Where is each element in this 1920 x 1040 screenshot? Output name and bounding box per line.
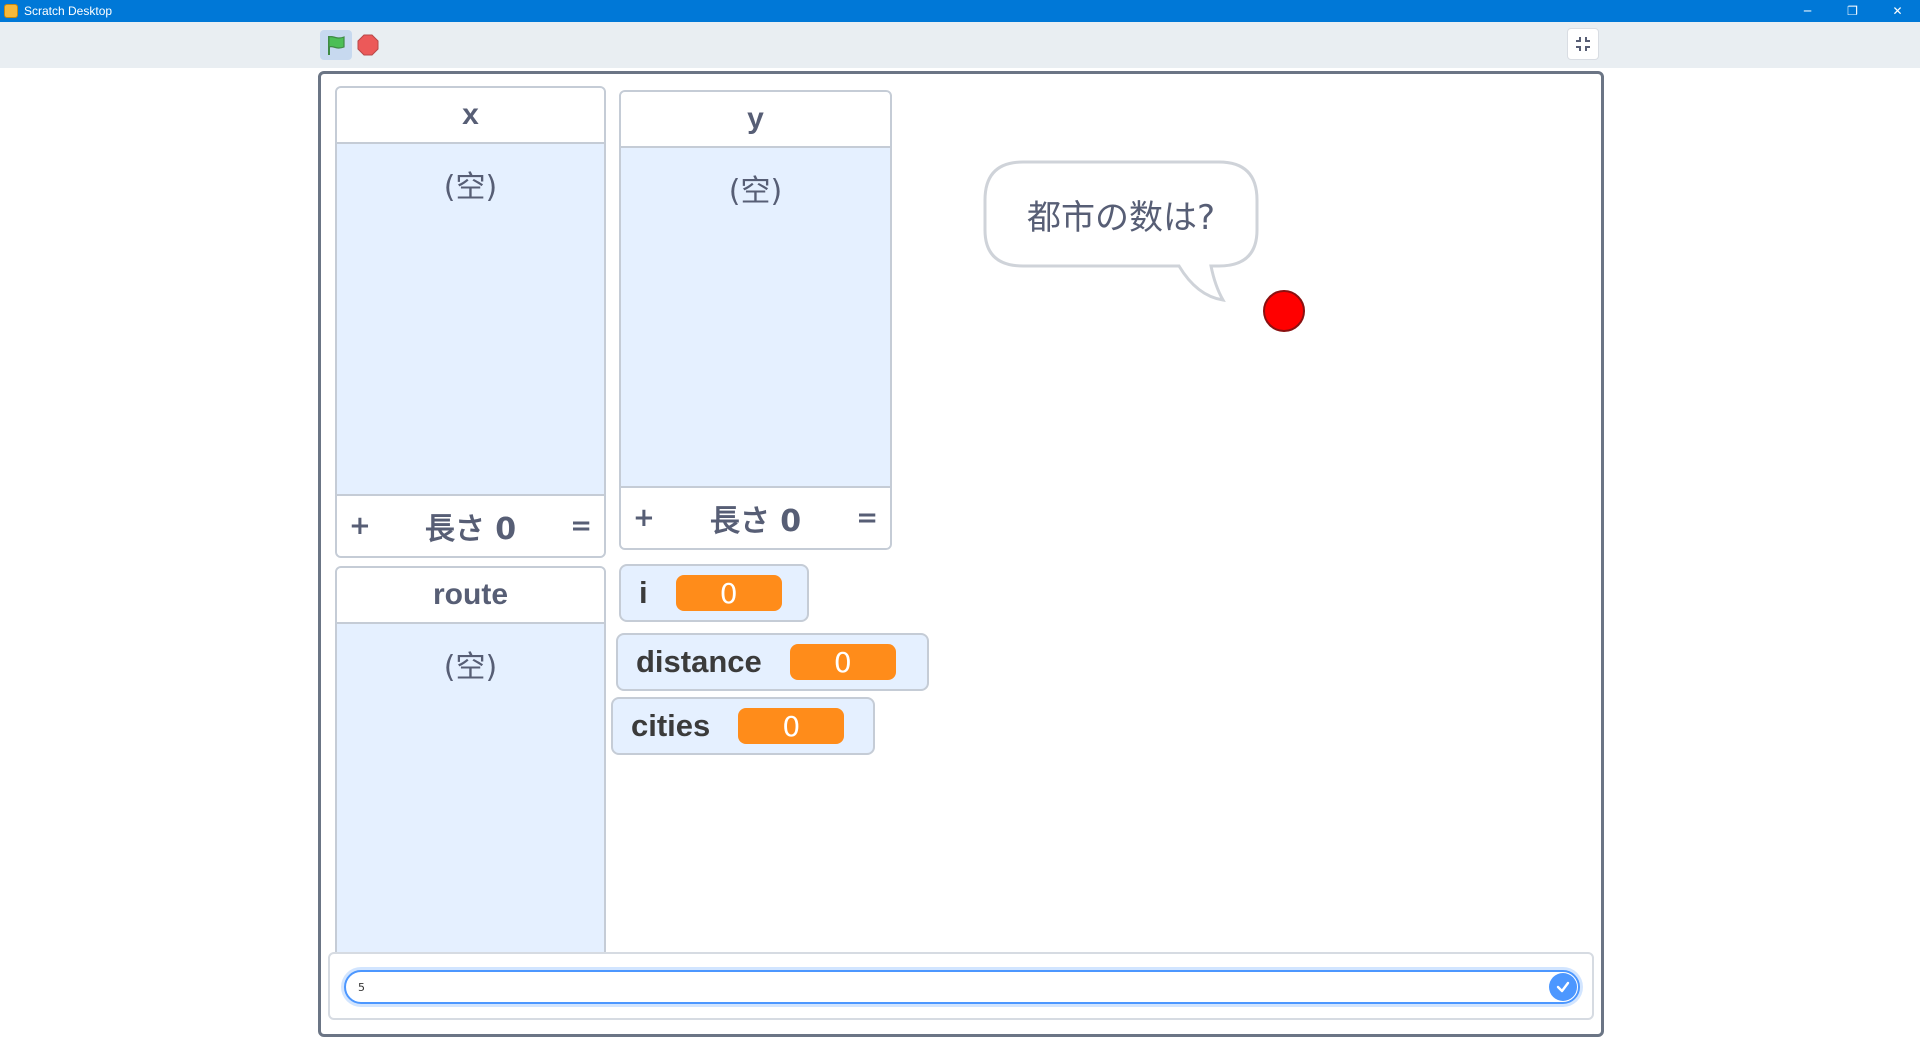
minimize-button[interactable]: ─	[1785, 0, 1830, 22]
answer-input[interactable]	[344, 970, 1580, 1004]
list-add-item-button[interactable]: +	[633, 503, 655, 533]
list-monitor-y: y (空) + 長さ 0 =	[619, 90, 892, 550]
stage[interactable]: x (空) + 長さ 0 = y (空) + 長さ 0 = route (空) …	[318, 71, 1604, 1037]
checkmark-icon	[1556, 981, 1570, 993]
list-length: 長さ 0	[709, 504, 802, 539]
speech-bubble-text: 都市の数は?	[1026, 197, 1216, 238]
list-add-item-button[interactable]: +	[349, 511, 371, 541]
stop-icon	[357, 34, 379, 56]
title-bar: Scratch Desktop ─ ❐ ✕	[0, 0, 1920, 22]
list-monitor-route: route (空)	[335, 566, 606, 966]
list-empty-label: (空)	[443, 170, 498, 205]
answer-submit-button[interactable]	[1549, 973, 1577, 1001]
speech-bubble: 都市の数は?	[983, 160, 1259, 302]
variable-monitor-i: i 0	[619, 564, 809, 622]
list-resize-handle[interactable]: =	[856, 503, 878, 533]
variable-value: 0	[738, 708, 845, 744]
shrink-icon	[1576, 37, 1590, 51]
green-flag-button[interactable]	[320, 30, 352, 60]
variable-label: distance	[636, 644, 762, 679]
restore-button[interactable]: ❐	[1830, 0, 1875, 22]
scratch-app-icon	[4, 4, 18, 18]
exit-fullscreen-button[interactable]	[1567, 28, 1599, 60]
list-empty-label: (空)	[728, 174, 783, 209]
window-title: Scratch Desktop	[24, 4, 113, 18]
list-monitor-x: x (空) + 長さ 0 =	[335, 86, 606, 558]
player-toolbar	[0, 22, 1920, 68]
list-footer: + 長さ 0 =	[621, 486, 890, 548]
sprite-red-dot[interactable]	[1263, 290, 1305, 332]
variable-label: i	[639, 575, 648, 610]
window-controls: ─ ❐ ✕	[1785, 0, 1920, 22]
close-button[interactable]: ✕	[1875, 0, 1920, 22]
stop-button[interactable]	[357, 34, 379, 56]
list-title: route	[337, 568, 604, 624]
list-footer: + 長さ 0 =	[337, 494, 604, 556]
green-flag-icon	[328, 35, 345, 55]
variable-value: 0	[675, 575, 782, 611]
list-title: x	[337, 88, 604, 144]
variable-monitor-cities: cities 0	[611, 697, 875, 755]
variable-monitor-distance: distance 0	[616, 633, 929, 691]
list-length: 長さ 0	[424, 512, 517, 547]
ask-answer-panel	[328, 952, 1594, 1020]
variable-label: cities	[631, 708, 711, 743]
variable-value: 0	[789, 644, 896, 680]
list-empty-label: (空)	[443, 650, 498, 685]
list-resize-handle[interactable]: =	[570, 511, 592, 541]
list-title: y	[621, 92, 890, 148]
